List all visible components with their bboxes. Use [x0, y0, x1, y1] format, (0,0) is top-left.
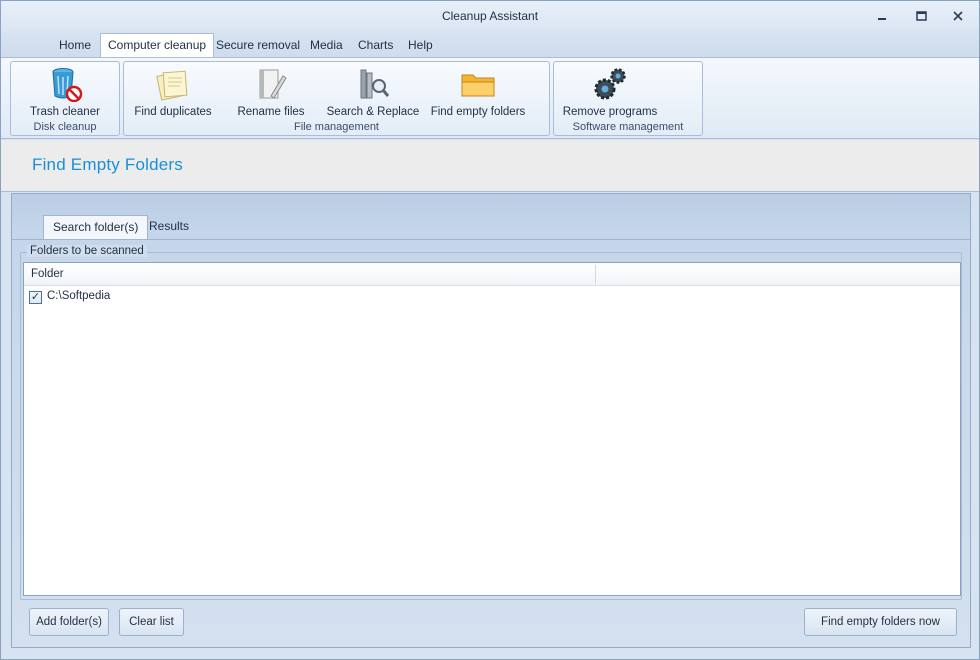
window-title: Cleanup Assistant — [441, 9, 539, 23]
tab-divider — [12, 239, 970, 240]
close-icon — [953, 11, 963, 21]
menu-charts[interactable]: Charts — [351, 33, 400, 57]
remove-programs-button[interactable]: Remove programs — [558, 64, 662, 119]
find-empty-folders-label: Find empty folders — [430, 106, 526, 118]
minimize-icon — [878, 18, 886, 20]
search-replace-label: Search & Replace — [326, 106, 420, 118]
find-duplicates-label: Find duplicates — [134, 106, 212, 118]
menu-home[interactable]: Home — [52, 33, 98, 57]
folder-list[interactable]: Folder ✓ C:\Softpedia — [23, 262, 961, 596]
restore-button[interactable] — [914, 9, 928, 23]
group-software-management: Remove programs Software management — [553, 61, 703, 136]
folder-checkbox[interactable]: ✓ — [29, 291, 42, 304]
tab-search-folders[interactable]: Search folder(s) — [43, 215, 149, 239]
group-disk-cleanup: Trash cleaner Disk cleanup — [10, 61, 120, 136]
main-panel: Search folder(s) Results Folders to be s… — [11, 193, 971, 648]
search-replace-icon — [360, 69, 390, 99]
group-label-software-management: Software management — [572, 121, 684, 133]
menu-bar: Home Computer cleanup Secure removal Med… — [1, 31, 979, 58]
find-duplicates-button[interactable]: Find duplicates — [130, 64, 216, 119]
add-folders-button[interactable]: Add folder(s) — [29, 608, 109, 636]
group-file-management: Find duplicates Rename files Search & Re… — [123, 61, 550, 136]
folders-legend: Folders to be scanned — [27, 245, 147, 257]
page-title: Find Empty Folders — [32, 155, 183, 174]
trash-cleaner-label: Trash cleaner — [30, 106, 100, 118]
clear-list-button[interactable]: Clear list — [119, 608, 184, 636]
rename-files-label: Rename files — [237, 106, 305, 118]
app-window: Cleanup Assistant Home Computer cleanup … — [0, 0, 980, 660]
column-header-empty[interactable] — [596, 263, 960, 286]
find-empty-folders-button[interactable]: Find empty folders — [428, 64, 528, 119]
rename-icon — [259, 69, 287, 99]
tab-results[interactable]: Results — [140, 215, 198, 239]
menu-media[interactable]: Media — [303, 33, 350, 57]
close-button[interactable] — [951, 9, 965, 23]
menu-computer-cleanup[interactable]: Computer cleanup — [100, 33, 215, 58]
rename-files-button[interactable]: Rename files — [228, 64, 314, 119]
title-bar: Cleanup Assistant — [1, 1, 979, 31]
group-label-disk-cleanup: Disk cleanup — [33, 121, 97, 133]
folder-icon — [461, 74, 495, 97]
menu-secure-removal[interactable]: Secure removal — [209, 33, 307, 57]
list-header: Folder — [24, 263, 960, 286]
table-row[interactable]: ✓ C:\Softpedia — [24, 287, 960, 307]
search-replace-button[interactable]: Search & Replace — [326, 64, 420, 119]
folder-path: C:\Softpedia — [47, 290, 111, 302]
restore-icon — [915, 11, 927, 21]
trash-cleaner-button[interactable]: Trash cleaner — [15, 64, 115, 119]
column-header-folder[interactable]: Folder — [24, 263, 595, 286]
menu-help[interactable]: Help — [401, 33, 440, 57]
gears-icon — [594, 68, 626, 100]
trash-cleaner-icon — [52, 68, 83, 102]
minimize-button[interactable] — [875, 9, 889, 23]
remove-programs-label: Remove programs — [562, 106, 658, 118]
group-label-file-management: File management — [294, 121, 379, 133]
find-empty-folders-now-button[interactable]: Find empty folders now — [804, 608, 957, 636]
documents-icon — [156, 70, 188, 101]
page-header: Find Empty Folders — [1, 140, 979, 192]
ribbon: Trash cleaner Disk cleanup Find duplicat… — [1, 57, 979, 139]
